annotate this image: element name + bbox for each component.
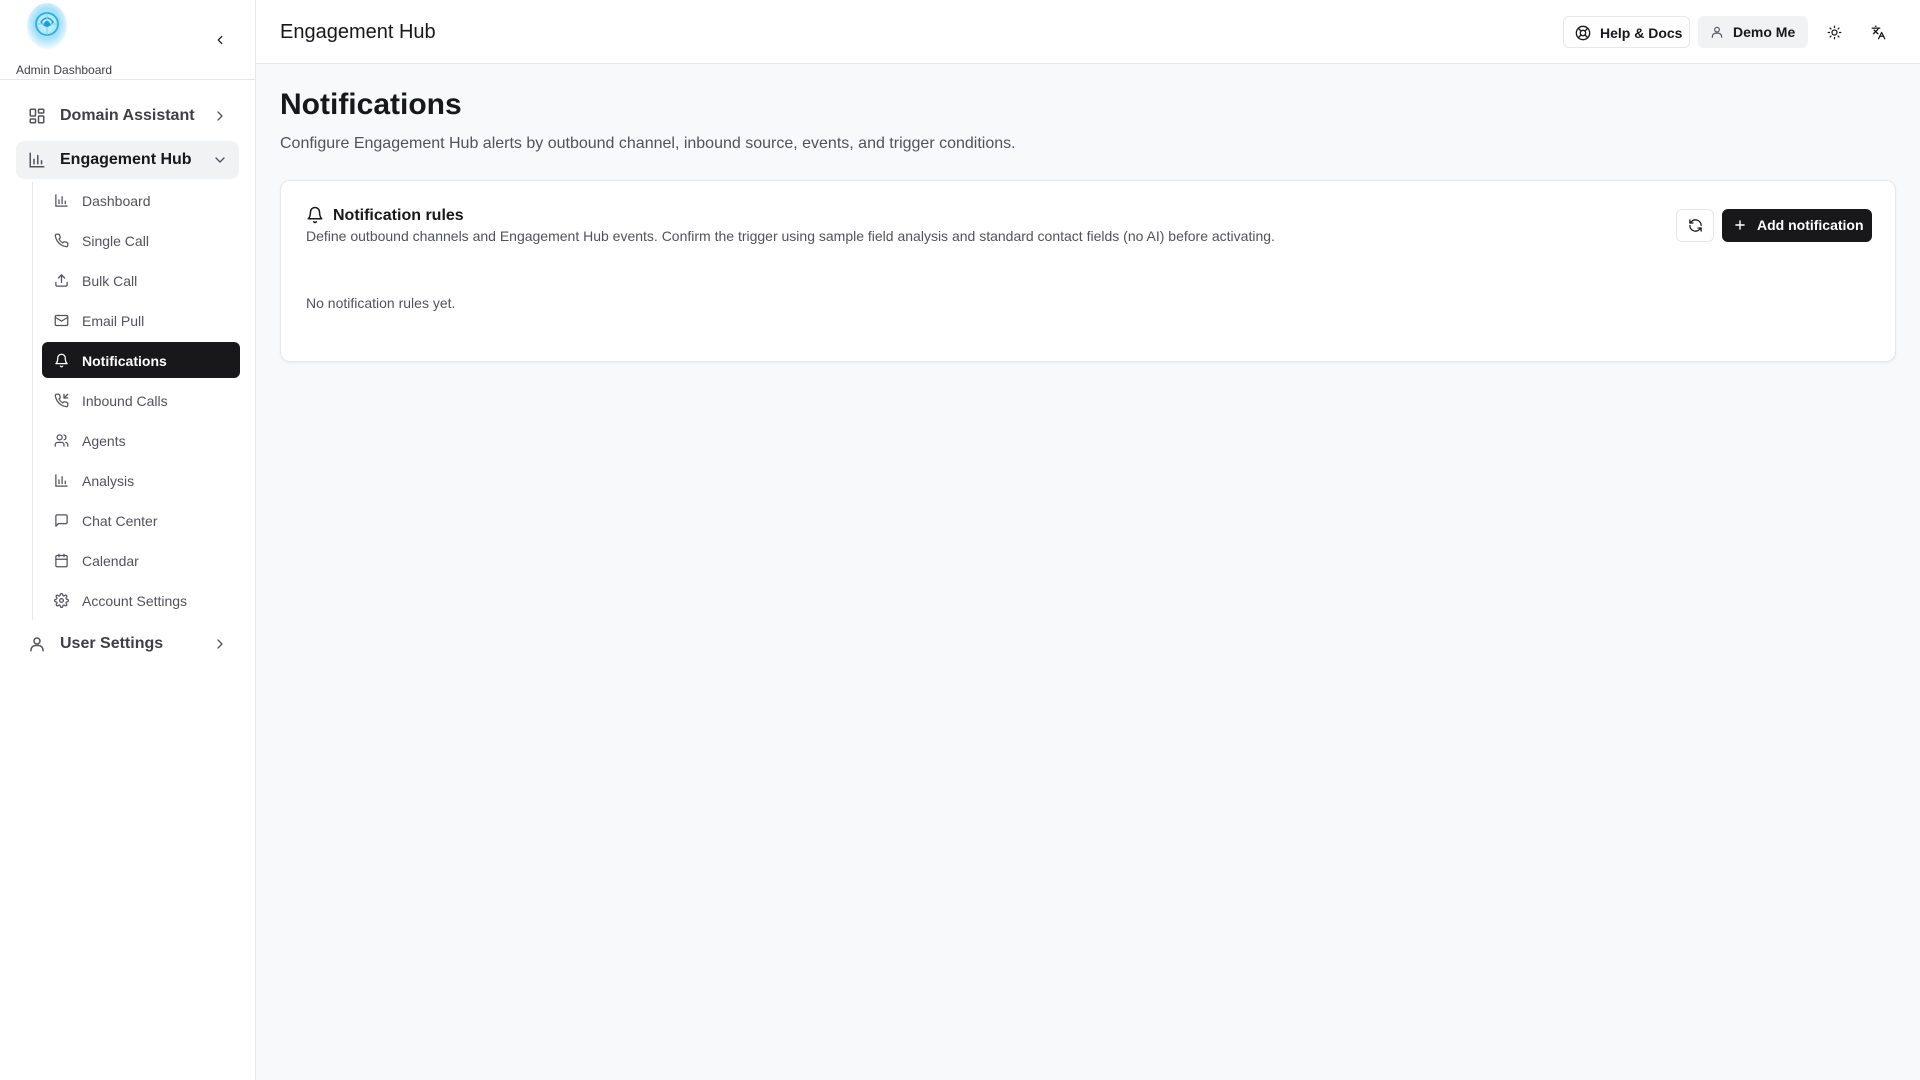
sidebar-item-calendar[interactable]: Calendar (42, 542, 240, 578)
nav-group-label: Engagement Hub (60, 151, 192, 168)
nav-group-engagement-hub[interactable]: Engagement Hub (16, 141, 239, 179)
sidebar-item-label: Calendar (82, 553, 139, 569)
sidebar-item-single-call[interactable]: Single Call (42, 222, 240, 258)
add-notification-label: Add notification (1757, 217, 1864, 233)
sidebar-item-notifications[interactable]: Notifications (42, 342, 240, 378)
refresh-icon (1688, 218, 1703, 233)
sidebar-item-label: Single Call (82, 233, 149, 249)
user-icon (28, 635, 46, 653)
help-docs-label: Help & Docs (1600, 25, 1683, 41)
bell-icon (54, 353, 69, 368)
card-description: Define outbound channels and Engagement … (306, 228, 1275, 244)
collapse-sidebar-button[interactable] (208, 28, 232, 52)
plus-icon (1733, 218, 1747, 232)
sidebar-item-label: Email Pull (82, 313, 145, 329)
bar-chart-icon (28, 151, 46, 169)
sidebar-item-analysis[interactable]: Analysis (42, 462, 240, 498)
sidebar-item-label: Agents (82, 433, 126, 449)
chart-icon (54, 193, 69, 208)
notification-rules-card: Notification rules Define outbound chann… (280, 180, 1896, 362)
sidebar-item-account-settings[interactable]: Account Settings (42, 582, 240, 618)
help-docs-button[interactable]: Help & Docs (1563, 16, 1690, 48)
nav-group-user-settings[interactable]: User Settings (16, 625, 239, 663)
refresh-button[interactable] (1676, 209, 1714, 242)
sidebar-item-label: Account Settings (82, 593, 188, 609)
chevron-down-icon (212, 152, 228, 168)
sidebar-item-label: Dashboard (82, 193, 151, 209)
chevron-right-icon (212, 108, 228, 124)
engagement-hub-subnav: Dashboard Single Call Bulk Call Email Pu… (32, 182, 242, 620)
page-description: Configure Engagement Hub alerts by outbo… (280, 135, 1016, 152)
lifebuoy-icon (1575, 25, 1591, 41)
sidebar-item-label: Notifications (82, 353, 167, 369)
calendar-icon (54, 553, 69, 568)
sidebar-item-chat-center[interactable]: Chat Center (42, 502, 240, 538)
sidebar-item-bulk-call[interactable]: Bulk Call (42, 262, 240, 298)
top-bar: Engagement Hub Help & Docs Demo Me (256, 0, 1920, 64)
sidebar: Admin Dashboard Domain Assistant Engagem… (0, 0, 256, 1080)
topbar-title: Engagement Hub (280, 21, 436, 43)
users-icon (54, 433, 69, 448)
sun-icon (1827, 25, 1842, 40)
sidebar-item-label: Chat Center (82, 513, 158, 529)
message-icon (54, 513, 69, 528)
language-button[interactable] (1866, 20, 1890, 44)
phone-icon (54, 233, 69, 248)
brand-label: Admin Dashboard (16, 63, 113, 77)
nav-group-label: User Settings (60, 635, 164, 652)
sidebar-item-inbound-calls[interactable]: Inbound Calls (42, 382, 240, 418)
sidebar-item-label: Inbound Calls (82, 393, 168, 409)
user-menu-button[interactable]: Demo Me (1698, 16, 1808, 48)
sidebar-item-email-pull[interactable]: Email Pull (42, 302, 240, 338)
page-title: Notifications (280, 88, 462, 121)
add-notification-button[interactable]: Add notification (1722, 209, 1872, 242)
theme-toggle-button[interactable] (1822, 20, 1846, 44)
chevron-right-icon (212, 636, 228, 652)
empty-state-text: No notification rules yet. (306, 295, 456, 311)
sidebar-item-label: Bulk Call (82, 273, 138, 289)
chart-icon (54, 473, 69, 488)
bell-icon (306, 206, 324, 224)
user-name-label: Demo Me (1733, 24, 1796, 40)
sidebar-item-dashboard[interactable]: Dashboard (42, 182, 240, 218)
gear-icon (54, 593, 69, 608)
phone-incoming-icon (54, 393, 69, 408)
translate-icon (1871, 25, 1886, 40)
upload-icon (54, 273, 69, 288)
card-title: Notification rules (333, 207, 464, 224)
grid-icon (28, 107, 46, 125)
chevron-left-icon (213, 33, 227, 47)
nav-group-domain-assistant[interactable]: Domain Assistant (16, 97, 239, 135)
sidebar-item-label: Analysis (82, 473, 135, 489)
user-icon (1710, 25, 1724, 39)
nav-group-label: Domain Assistant (60, 107, 195, 124)
sidebar-brand: Admin Dashboard (0, 0, 255, 80)
sidebar-item-agents[interactable]: Agents (42, 422, 240, 458)
brain-logo-icon (24, 2, 70, 52)
mail-icon (54, 313, 69, 328)
